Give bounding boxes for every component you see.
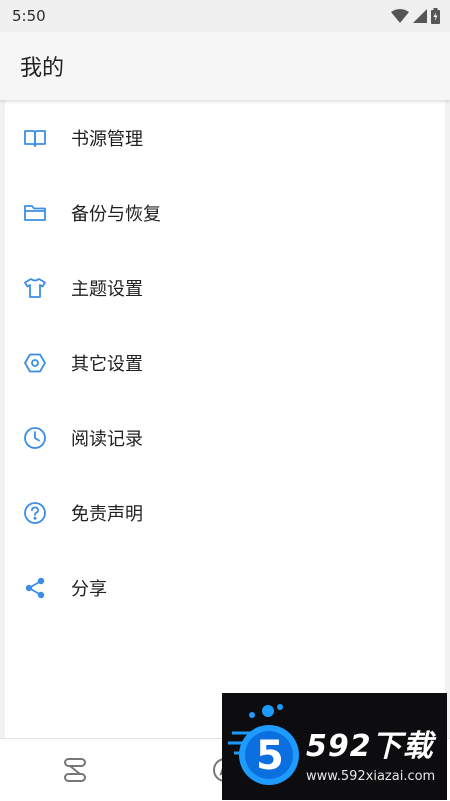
menu-item-disclaimer[interactable]: 免责声明 [5, 475, 445, 550]
menu-item-label: 分享 [71, 578, 107, 600]
menu-item-other-settings[interactable]: 其它设置 [5, 325, 445, 400]
menu-list: 书源管理 备份与恢复 主题设置 其它设置 阅读记录 免责声明 分享 [5, 100, 445, 738]
bookshelf-icon [64, 758, 86, 782]
share-icon [22, 575, 48, 601]
menu-item-label: 书源管理 [71, 128, 143, 150]
status-time: 5:50 [12, 7, 46, 25]
watermark-logo-digit: 5 [256, 733, 284, 779]
clock-icon [22, 425, 48, 451]
menu-item-book-source[interactable]: 书源管理 [5, 100, 445, 175]
nav-item-bookshelf[interactable] [45, 739, 105, 801]
menu-item-label: 其它设置 [71, 353, 143, 375]
battery-icon [431, 8, 440, 24]
page-title: 我的 [20, 56, 65, 81]
tshirt-icon [22, 275, 48, 301]
hexagon-settings-icon [22, 350, 48, 376]
menu-item-label: 主题设置 [71, 278, 143, 300]
signal-icon [413, 9, 427, 23]
watermark-badge: 5 592下载 www.592xiazai.com [222, 693, 447, 800]
status-bar: 5:50 [0, 0, 450, 32]
app-bar: 我的 [0, 32, 450, 100]
menu-item-label: 阅读记录 [71, 428, 143, 450]
status-icons [391, 8, 440, 24]
watermark-brand: 592下载 [306, 729, 434, 764]
watermark-url: www.592xiazai.com [306, 769, 436, 784]
menu-item-label: 备份与恢复 [71, 203, 161, 225]
book-icon [22, 125, 48, 151]
help-icon [22, 500, 48, 526]
wifi-icon [391, 9, 409, 23]
menu-item-backup-restore[interactable]: 备份与恢复 [5, 175, 445, 250]
menu-item-theme-settings[interactable]: 主题设置 [5, 250, 445, 325]
menu-item-reading-history[interactable]: 阅读记录 [5, 400, 445, 475]
folder-icon [22, 200, 48, 226]
menu-item-share[interactable]: 分享 [5, 550, 445, 625]
menu-item-label: 免责声明 [71, 503, 143, 525]
